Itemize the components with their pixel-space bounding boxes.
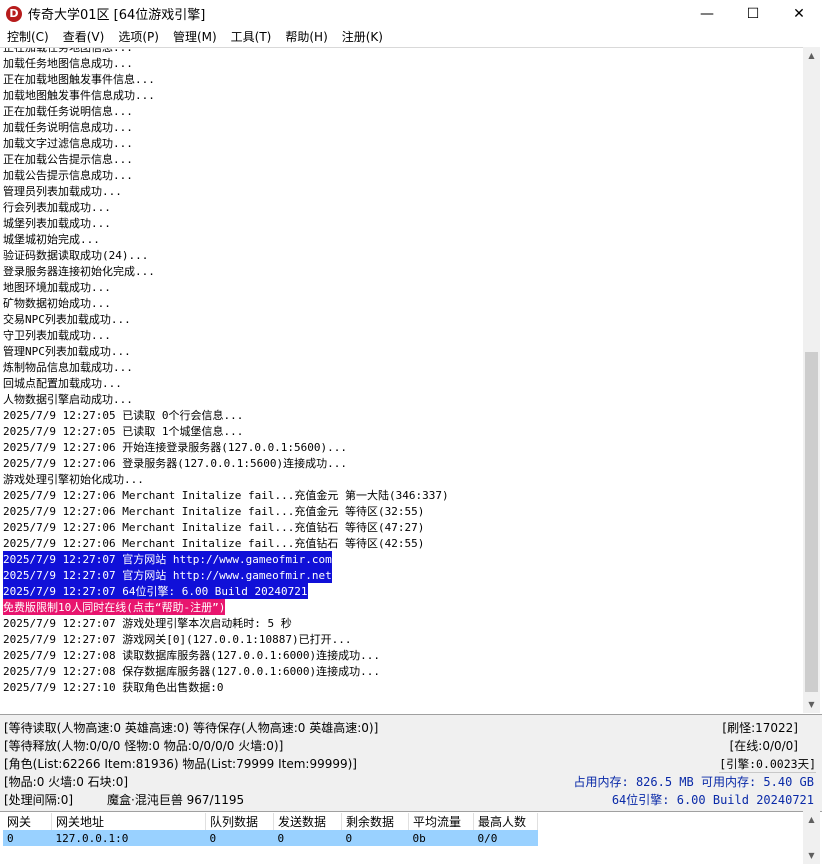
log-line: 正在加载任务地图信息... <box>3 47 133 54</box>
gateway-table: 网关 网关地址 队列数据 发送数据 剩余数据 平均流量 最高人数 0 127.0… <box>3 813 538 846</box>
status-interval: [处理间隔:0] <box>4 793 74 807</box>
cell-gateway: 0 <box>3 830 52 846</box>
table-row[interactable]: 0 127.0.0.1:0 0 0 0 0b 0/0 <box>3 830 538 846</box>
log-line: 交易NPC列表加载成功... <box>3 313 131 326</box>
window-controls: — ☐ ✕ <box>684 0 822 27</box>
menu-control[interactable]: 控制(C) <box>0 27 56 47</box>
log-line: 正在加载地图触发事件信息... <box>3 73 155 86</box>
log-line: 守卫列表加载成功... <box>3 329 111 342</box>
log-line: 炼制物品信息加载成功... <box>3 361 133 374</box>
log-line: 回城点配置加载成功... <box>3 377 122 390</box>
gateway-header-row: 网关 网关地址 队列数据 发送数据 剩余数据 平均流量 最高人数 <box>3 813 538 830</box>
log-scrollbar[interactable]: ▲ ▼ <box>803 47 820 713</box>
log-line: 正在加载任务说明信息... <box>3 105 133 118</box>
cell-queue-data: 0 <box>205 830 274 846</box>
log-line: 2025/7/9 12:27:07 64位引擎: 6.00 Build 2024… <box>3 583 308 599</box>
log-line: 矿物数据初始成功... <box>3 297 111 310</box>
log-line: 2025/7/9 12:27:05 已读取 1个城堡信息... <box>3 425 244 438</box>
log-line: 游戏处理引擎初始化成功... <box>3 473 144 486</box>
menu-manage[interactable]: 管理(M) <box>166 27 224 47</box>
arrow-up-icon[interactable]: ▲ <box>803 811 820 828</box>
gateway-list[interactable]: 网关 网关地址 队列数据 发送数据 剩余数据 平均流量 最高人数 0 127.0… <box>0 811 822 865</box>
log-line: 地图环境加载成功... <box>3 281 111 294</box>
log-line: 2025/7/9 12:27:05 已读取 0个行会信息... <box>3 409 244 422</box>
arrow-down-icon[interactable]: ▼ <box>803 696 820 713</box>
log-line: 2025/7/9 12:27:07 游戏处理引擎本次启动耗时: 5 秒 <box>3 617 292 630</box>
menu-help[interactable]: 帮助(H) <box>278 27 334 47</box>
status-panel: [等待读取(人物高速:0 英雄高速:0) 等待保存(人物高速:0 英雄高速:0)… <box>0 714 822 811</box>
log-line: 加载任务地图信息成功... <box>3 57 133 70</box>
menu-options[interactable]: 选项(P) <box>111 27 166 47</box>
cell-avg-traffic: 0b <box>408 830 474 846</box>
window-title: 传奇大学01区 [64位游戏引擎] <box>28 8 206 23</box>
log-line: 登录服务器连接初始化完成... <box>3 265 155 278</box>
gateway-scrollbar[interactable]: ▲ ▼ <box>803 811 820 864</box>
col-remaining-data[interactable]: 剩余数据 <box>341 813 409 830</box>
log-line: 加载地图触发事件信息成功... <box>3 89 155 102</box>
status-wait-read: [等待读取(人物高速:0 英雄高速:0) 等待保存(人物高速:0 英雄高速:0)… <box>4 721 379 735</box>
log-line: 管理NPC列表加载成功... <box>3 345 131 358</box>
col-gateway-address[interactable]: 网关地址 <box>51 813 206 830</box>
log-line: 加载文字过滤信息成功... <box>3 137 133 150</box>
log-line: 城堡列表加载成功... <box>3 217 111 230</box>
cell-max-users: 0/0 <box>473 830 538 846</box>
status-role-list: [角色(List:62266 Item:81936) 物品(List:79999… <box>4 757 357 771</box>
log-line: 加载公告提示信息成功... <box>3 169 133 182</box>
col-send-data[interactable]: 发送数据 <box>273 813 342 830</box>
col-gateway[interactable]: 网关 <box>3 813 52 830</box>
log-line: 行会列表加载成功... <box>3 201 111 214</box>
log-line: 2025/7/9 12:27:06 开始连接登录服务器(127.0.0.1:56… <box>3 441 348 454</box>
log-line: 2025/7/9 12:27:06 Merchant Initalize fai… <box>3 489 449 502</box>
status-engine-time: [引擎:0.0023天] <box>719 757 816 773</box>
status-refresh: [刷怪:17022] <box>722 721 798 735</box>
log-line: 2025/7/9 12:27:07 官方网站 http://www.gameof… <box>3 551 332 567</box>
log-line: 免费版限制10人同时在线(点击“帮助-注册”) <box>3 599 226 615</box>
col-queue-data[interactable]: 队列数据 <box>205 813 274 830</box>
log-line: 2025/7/9 12:27:07 游戏网关[0](127.0.0.1:1088… <box>3 633 352 646</box>
status-boss: 魔盒·混沌巨兽 967/1195 <box>107 793 245 807</box>
col-avg-traffic[interactable]: 平均流量 <box>408 813 474 830</box>
log-scroll-thumb[interactable] <box>805 352 818 692</box>
log-line: 城堡城初始完成... <box>3 233 100 246</box>
log-pane[interactable]: 正在加载任务地图信息... 加载任务地图信息成功... 正在加载地图触发事件信息..… <box>0 47 803 698</box>
log-line: 2025/7/9 12:27:06 Merchant Initalize fai… <box>3 505 425 518</box>
close-button[interactable]: ✕ <box>776 0 822 27</box>
minimize-button[interactable]: — <box>684 0 730 27</box>
menu-tools[interactable]: 工具(T) <box>224 27 279 47</box>
maximize-button[interactable]: ☐ <box>730 0 776 27</box>
log-line: 2025/7/9 12:27:08 保存数据库服务器(127.0.0.1:600… <box>3 665 381 678</box>
log-line: 加载任务说明信息成功... <box>3 121 133 134</box>
menu-view[interactable]: 查看(V) <box>56 27 112 47</box>
log-line: 人物数据引擎启动成功... <box>3 393 133 406</box>
arrow-up-icon[interactable]: ▲ <box>803 47 820 64</box>
cell-send-data: 0 <box>273 830 342 846</box>
log-line: 管理员列表加载成功... <box>3 185 122 198</box>
status-wait-release: [等待释放(人物:0/0/0 怪物:0 物品:0/0/0/0 火墙:0)] <box>4 739 284 753</box>
cell-gateway-address: 127.0.0.1:0 <box>51 830 206 846</box>
menu-bar: 控制(C) 查看(V) 选项(P) 管理(M) 工具(T) 帮助(H) 注册(K… <box>0 27 822 47</box>
status-online: [在线:0/0/0] <box>729 739 798 753</box>
cell-remaining-data: 0 <box>341 830 409 846</box>
status-engine-version: 64位引擎: 6.00 Build 20240721 <box>611 793 814 807</box>
log-line: 2025/7/9 12:27:08 读取数据库服务器(127.0.0.1:600… <box>3 649 381 662</box>
title-bar: D 传奇大学01区 [64位游戏引擎] — ☐ ✕ <box>0 0 822 27</box>
log-list: 正在加载任务地图信息... 加载任务地图信息成功... 正在加载地图触发事件信息..… <box>3 47 449 695</box>
log-line: 2025/7/9 12:27:06 登录服务器(127.0.0.1:5600)连… <box>3 457 348 470</box>
log-line: 验证码数据读取成功(24)... <box>3 249 149 262</box>
menu-register[interactable]: 注册(K) <box>335 27 390 47</box>
log-line: 正在加载公告提示信息... <box>3 153 133 166</box>
col-max-users[interactable]: 最高人数 <box>473 813 538 830</box>
log-line: 2025/7/9 12:27:07 官方网站 http://www.gameof… <box>3 567 332 583</box>
status-memory: 占用内存: 826.5 MB 可用内存: 5.40 GB <box>573 775 815 789</box>
log-line: 2025/7/9 12:27:06 Merchant Initalize fai… <box>3 537 425 550</box>
log-line: 2025/7/9 12:27:06 Merchant Initalize fai… <box>3 521 425 534</box>
log-line: 2025/7/9 12:27:10 获取角色出售数据:0 <box>3 681 224 694</box>
arrow-down-icon[interactable]: ▼ <box>803 847 820 864</box>
status-items: [物品:0 火墙:0 石块:0] <box>4 775 129 789</box>
app-icon: D <box>6 5 22 22</box>
